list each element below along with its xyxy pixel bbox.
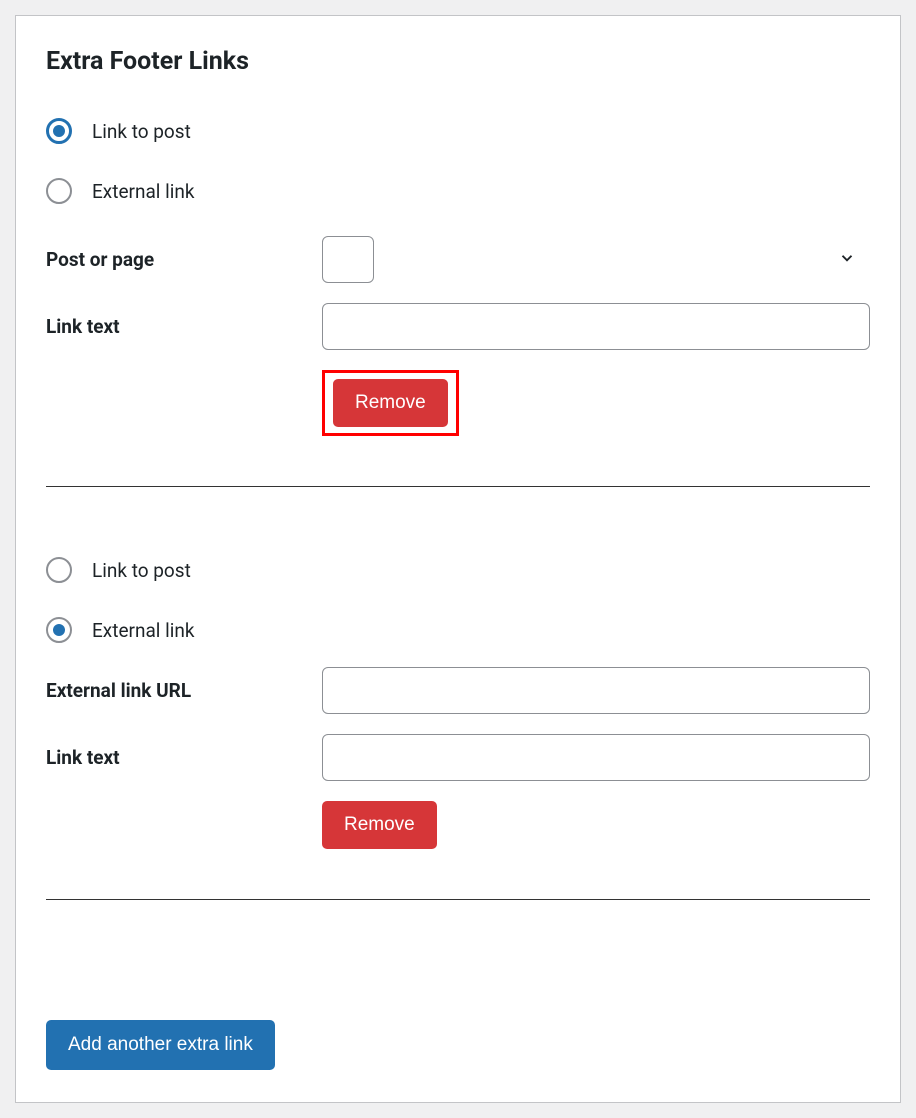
footer-link-block-1: Link to post External link Post or page … <box>46 118 870 436</box>
radio-label: External link <box>92 180 194 203</box>
radio-label: Link to post <box>92 559 191 582</box>
link-text-input[interactable] <box>322 734 870 781</box>
radio-icon <box>46 617 72 643</box>
radio-label: Link to post <box>92 120 191 143</box>
remove-button-row: Remove <box>46 370 870 436</box>
radio-row-external-link[interactable]: External link <box>46 178 870 204</box>
radio-row-external-link[interactable]: External link <box>46 617 870 643</box>
remove-button-row: Remove <box>46 801 870 849</box>
field-label: Link text <box>46 746 322 769</box>
post-or-page-select-wrapper <box>322 236 870 283</box>
external-url-input[interactable] <box>322 667 870 714</box>
field-row-link-text: Link text <box>46 303 870 350</box>
remove-button[interactable]: Remove <box>333 379 448 427</box>
remove-button[interactable]: Remove <box>322 801 437 849</box>
field-label: External link URL <box>46 679 322 702</box>
radio-row-link-to-post[interactable]: Link to post <box>46 118 870 144</box>
field-row-external-link-url: External link URL <box>46 667 870 714</box>
add-another-extra-link-button[interactable]: Add another extra link <box>46 1020 275 1070</box>
field-label: Link text <box>46 315 322 338</box>
section-title: Extra Footer Links <box>46 47 870 76</box>
radio-row-link-to-post[interactable]: Link to post <box>46 557 870 583</box>
extra-footer-links-panel: Extra Footer Links Link to post External… <box>15 15 901 1103</box>
footer-link-block-2: Link to post External link External link… <box>46 557 870 849</box>
radio-icon <box>46 178 72 204</box>
post-or-page-select[interactable] <box>322 236 374 283</box>
link-type-radio-group: Link to post External link <box>46 557 870 643</box>
link-type-radio-group: Link to post External link <box>46 118 870 204</box>
radio-icon <box>46 118 72 144</box>
divider <box>46 899 870 900</box>
radio-icon <box>46 557 72 583</box>
field-label: Post or page <box>46 248 322 271</box>
chevron-down-icon <box>838 249 856 271</box>
link-text-input[interactable] <box>322 303 870 350</box>
field-row-post-or-page: Post or page <box>46 236 870 283</box>
field-row-link-text: Link text <box>46 734 870 781</box>
highlight-box: Remove <box>322 370 459 436</box>
divider <box>46 486 870 487</box>
radio-label: External link <box>92 619 194 642</box>
